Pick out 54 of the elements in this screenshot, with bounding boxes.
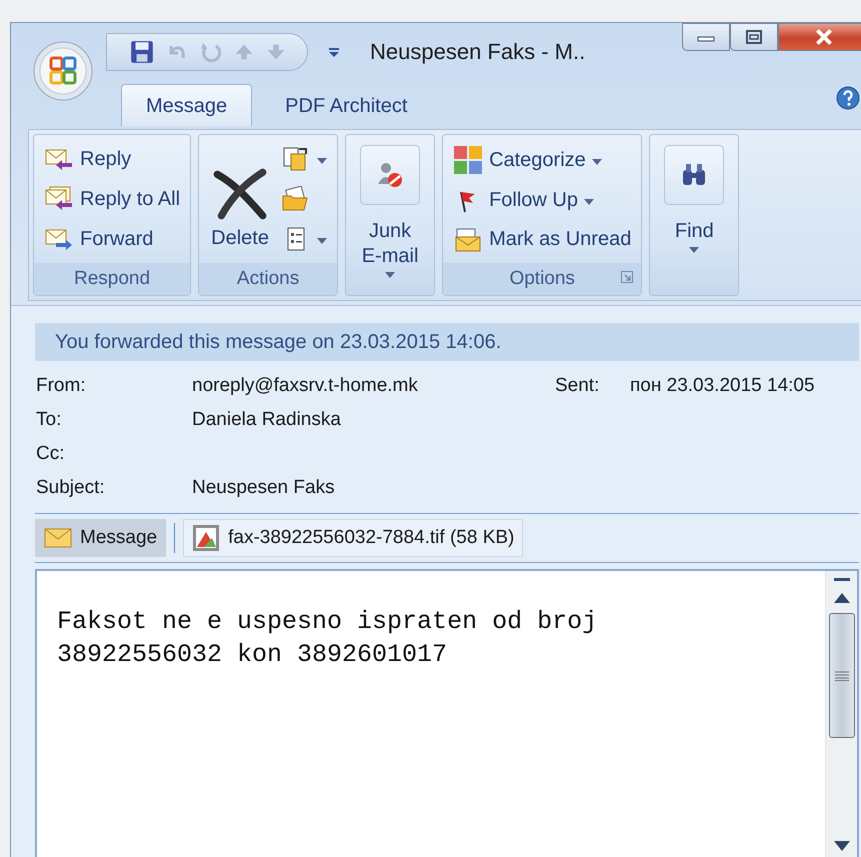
scroll-up-icon: [834, 593, 850, 603]
ribbon-button[interactable]: Forward: [40, 224, 184, 254]
save-icon[interactable]: [129, 38, 155, 64]
ribbon-button[interactable]: Mark as Unread: [449, 224, 636, 255]
caret-icon: [584, 199, 594, 206]
office-button[interactable]: [33, 41, 93, 101]
ribbon-button[interactable]: Find: [656, 139, 732, 291]
info-bar: You forwarded this message on 23.03.2015 14:06.: [35, 323, 859, 361]
message-body: Faksot ne e uspesno ispraten od broj 38922556032 kon 3892601017: [56, 606, 598, 671]
caret-icon: [317, 238, 328, 244]
caret-icon: [317, 158, 328, 164]
message-button[interactable]: Message: [35, 519, 166, 557]
ribbon-button[interactable]: Reply: [40, 144, 184, 174]
field-value: Neuspesen Faks: [192, 477, 336, 499]
dialog-launcher-icon[interactable]: [621, 271, 634, 283]
group-label: Actions: [236, 268, 300, 290]
field-label: Sent:: [555, 375, 600, 397]
ribbon-tab[interactable]: Message: [121, 84, 252, 126]
caret-icon: [385, 272, 396, 278]
attachment-button[interactable]: fax-38922556032-7884.tif (58 KB): [183, 519, 524, 557]
ribbon-button[interactable]: Reply to All: [40, 184, 184, 214]
customize-menu-icon[interactable]: [328, 46, 340, 58]
image-file-icon: [192, 524, 220, 552]
close-icon: [813, 28, 835, 46]
caret-icon: [592, 158, 602, 165]
caret-icon: [689, 247, 700, 253]
scroll-down-icon: [834, 841, 850, 851]
envelope-left-arrow-icon: [44, 186, 74, 212]
ribbon-button[interactable]: Delete: [205, 139, 276, 259]
ribbon-button[interactable]: Junk E-mail: [352, 139, 428, 291]
envelope-icon: [44, 528, 72, 548]
ribbon-tab[interactable]: PDF Architect: [260, 84, 432, 126]
minimize-button[interactable]: [682, 23, 730, 51]
split-handle-icon: [832, 577, 852, 583]
group-label: Respond: [74, 268, 150, 290]
field-label: To:: [36, 409, 62, 431]
window-title: Neuspesen Faks - M..: [370, 38, 586, 64]
close-button[interactable]: [778, 23, 861, 51]
field-label: Cc:: [36, 443, 66, 465]
ribbon-button[interactable]: Categorize: [449, 143, 636, 178]
help-icon[interactable]: [836, 86, 860, 110]
field-label: From:: [36, 375, 87, 397]
maximize-button[interactable]: [730, 23, 778, 51]
sent-date: пон 23.03.2015 14:05: [630, 375, 815, 397]
color-squares-icon: [453, 145, 484, 176]
scrollbar[interactable]: [825, 571, 857, 857]
envelope-icon: [453, 226, 484, 253]
scroll-thumb[interactable]: [828, 613, 854, 738]
sender-address: noreply@faxsrv.t-home.mk: [192, 375, 419, 397]
field-value: Daniela Radinska: [192, 409, 342, 431]
ribbon-button[interactable]: Follow Up: [449, 186, 636, 216]
group-label: Options: [509, 268, 575, 290]
field-label: Subject:: [36, 477, 106, 499]
maximize-icon: [744, 29, 764, 45]
